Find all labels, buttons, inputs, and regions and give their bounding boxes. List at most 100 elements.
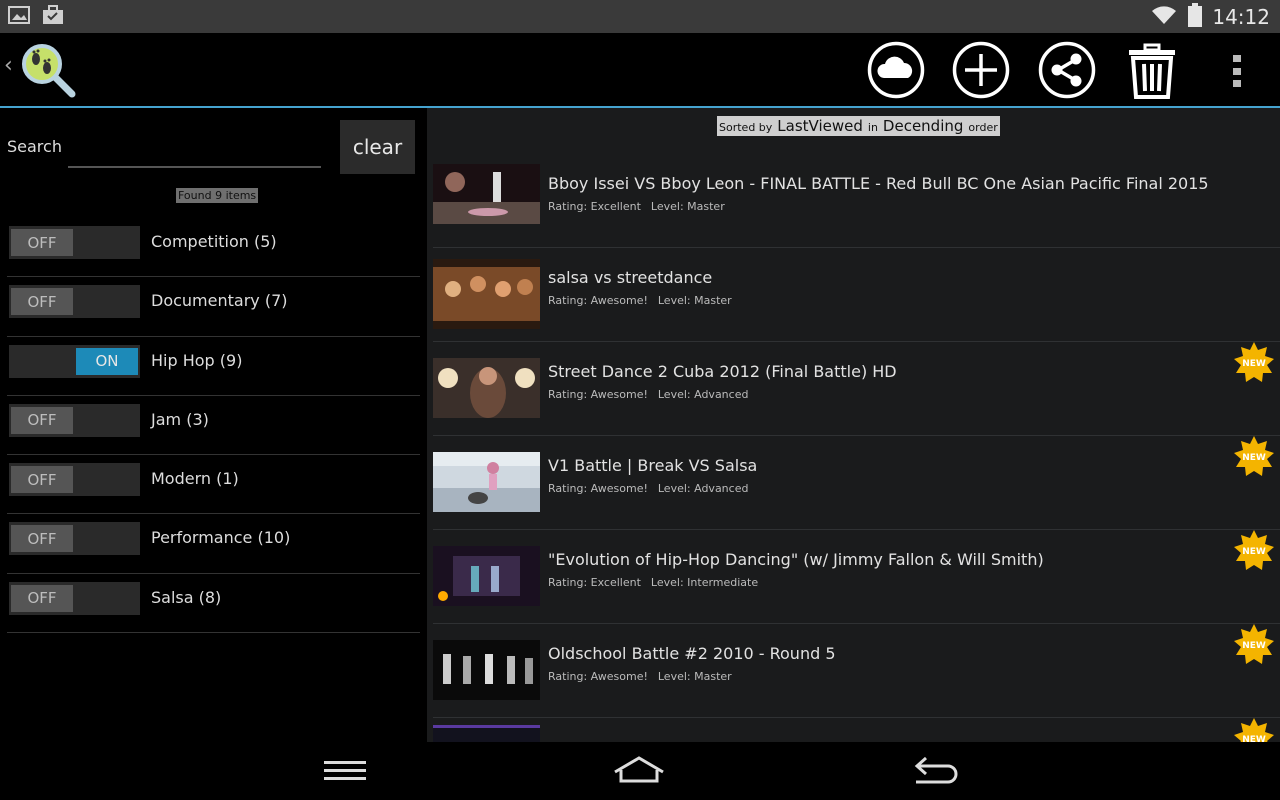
sort-order: Decending: [882, 117, 964, 135]
category-row: OFF Modern (1): [7, 455, 420, 515]
starburst-icon: NEW: [1234, 436, 1274, 476]
category-row: OFF Performance (10): [7, 514, 420, 574]
video-thumbnail[interactable]: [433, 164, 540, 224]
new-badge: NEW: [1234, 530, 1274, 570]
video-thumbnail[interactable]: [433, 546, 540, 606]
sort-suffix: order: [968, 121, 998, 134]
video-row[interactable]: V1 Battle | Break VS Salsa Rating: Aweso…: [433, 436, 1280, 530]
toggle-knob: OFF: [11, 466, 73, 494]
share-button[interactable]: [1038, 41, 1096, 99]
category-row: OFF Documentary (7): [7, 277, 420, 337]
video-title: "Evolution of Hip-Hop Dancing" (w/ Jimmy…: [548, 550, 1044, 569]
category-row: OFF Competition (5): [7, 218, 420, 278]
add-button[interactable]: [952, 41, 1010, 99]
category-row: ON Hip Hop (9): [7, 337, 420, 396]
video-rating: Rating: Awesome!: [548, 482, 648, 495]
sort-indicator[interactable]: Sorted by LastViewed in Decending order: [717, 116, 1000, 136]
category-toggle[interactable]: OFF: [9, 285, 140, 319]
home-button[interactable]: [609, 752, 669, 790]
video-level: Level: Master: [657, 294, 732, 307]
cloud-button[interactable]: [867, 41, 925, 99]
overflow-menu-icon[interactable]: [1226, 55, 1248, 87]
category-label: Salsa (8): [151, 587, 222, 607]
toggle-knob: OFF: [11, 584, 73, 612]
video-thumbnail[interactable]: [433, 640, 540, 700]
cloud-icon: [867, 41, 925, 99]
starburst-icon: NEW: [1234, 718, 1274, 742]
back-icon: [914, 756, 958, 784]
video-level: Level: Master: [657, 670, 732, 683]
category-label: Jam (3): [151, 409, 209, 429]
footprints-search-icon[interactable]: [20, 42, 80, 100]
category-toggle[interactable]: OFF: [9, 463, 140, 497]
video-thumbnail[interactable]: [433, 725, 540, 742]
home-icon: [614, 756, 664, 783]
video-row[interactable]: salsa vs streetdance Rating: Awesome! Lev…: [433, 248, 1280, 342]
new-badge: NEW: [1234, 342, 1274, 382]
sort-field: LastViewed: [777, 117, 863, 135]
video-rating: Rating: Excellent: [548, 200, 641, 213]
sort-in: in: [867, 121, 878, 134]
share-icon: [1038, 41, 1096, 99]
category-toggle[interactable]: OFF: [9, 522, 140, 556]
toggle-knob: OFF: [11, 525, 73, 553]
gallery-icon: [8, 5, 30, 25]
back-button[interactable]: [904, 752, 964, 790]
category-label: Hip Hop (9): [151, 350, 243, 370]
wifi-icon: [1150, 4, 1178, 30]
sort-prefix: Sorted by: [719, 121, 773, 134]
video-level: Level: Advanced: [657, 388, 749, 401]
toggle-knob: OFF: [11, 229, 73, 256]
clear-button[interactable]: clear: [340, 120, 415, 174]
delete-button[interactable]: [1123, 41, 1181, 99]
video-list: Bboy Issei VS Bboy Leon - FINAL BATTLE -…: [433, 154, 1280, 742]
menu-button[interactable]: [315, 752, 375, 790]
add-icon: [952, 41, 1010, 99]
video-row[interactable]: Bboy Issei VS Bboy Leon - FINAL BATTLE -…: [433, 154, 1280, 248]
video-meta: Rating: Awesome! Level: Master: [548, 294, 742, 307]
video-row[interactable]: "Evolution of Hip-Hop Dancing" (w/ Jimmy…: [433, 530, 1280, 624]
video-meta: Rating: Excellent Level: Master: [548, 200, 735, 213]
category-toggle[interactable]: OFF: [9, 403, 140, 437]
new-badge: NEW: [1234, 436, 1274, 476]
toggle-knob: ON: [76, 347, 138, 375]
video-row[interactable]: NEW: [433, 718, 1280, 742]
video-thumbnail[interactable]: [433, 358, 540, 418]
video-thumbnail[interactable]: [433, 452, 540, 512]
video-rating: Rating: Awesome!: [548, 388, 648, 401]
up-chevron-icon[interactable]: ‹: [4, 53, 13, 78]
video-row[interactable]: Street Dance 2 Cuba 2012 (Final Battle) …: [433, 342, 1280, 436]
category-toggle[interactable]: OFF: [9, 581, 140, 615]
search-input[interactable]: [68, 128, 321, 168]
video-level: Level: Advanced: [657, 482, 749, 495]
video-meta: Rating: Awesome! Level: Advanced: [548, 388, 758, 401]
category-toggle[interactable]: ON: [9, 344, 140, 378]
new-badge-label: NEW: [1242, 641, 1266, 651]
new-badge-label: NEW: [1242, 735, 1266, 742]
status-bar: 14:12: [0, 0, 1280, 33]
briefcase-icon: [42, 5, 64, 25]
video-rating: Rating: Excellent: [548, 576, 641, 589]
clock: 14:12: [1212, 5, 1270, 29]
video-title: Bboy Issei VS Bboy Leon - FINAL BATTLE -…: [548, 174, 1209, 193]
new-badge-label: NEW: [1242, 547, 1266, 557]
video-level: Level: Master: [650, 200, 725, 213]
category-label: Competition (5): [151, 232, 277, 251]
starburst-icon: NEW: [1234, 530, 1274, 570]
video-meta: Rating: Awesome! Level: Advanced: [548, 482, 758, 495]
starburst-icon: NEW: [1234, 342, 1274, 382]
video-row[interactable]: Oldschool Battle #2 2010 - Round 5 Ratin…: [433, 624, 1280, 718]
new-badge-label: NEW: [1242, 453, 1266, 463]
menu-icon: [324, 761, 366, 780]
video-title: salsa vs streetdance: [548, 268, 713, 287]
video-title: Street Dance 2 Cuba 2012 (Final Battle) …: [548, 362, 897, 381]
category-label: Documentary (7): [151, 291, 288, 311]
category-toggle[interactable]: OFF: [9, 226, 140, 259]
search-label: Search: [7, 137, 62, 156]
video-rating: Rating: Awesome!: [548, 670, 648, 683]
video-thumbnail[interactable]: [433, 259, 540, 329]
video-level: Level: Intermediate: [650, 576, 759, 589]
new-badge-label: NEW: [1242, 359, 1266, 369]
navigation-bar: [0, 742, 1280, 800]
video-meta: Rating: Awesome! Level: Master: [548, 670, 742, 683]
